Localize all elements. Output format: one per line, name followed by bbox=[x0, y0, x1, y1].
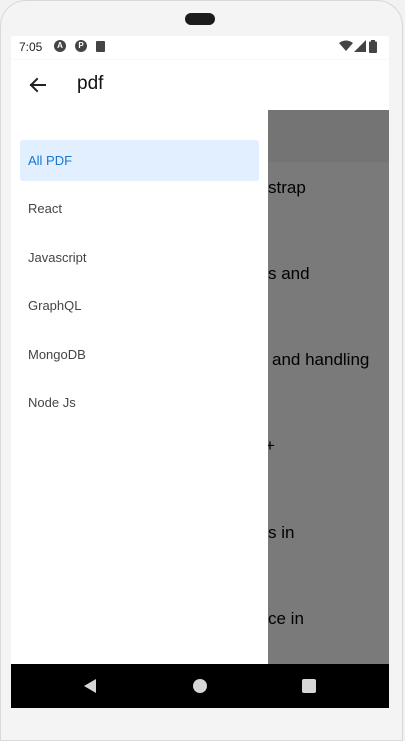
p-icon: P bbox=[75, 40, 87, 52]
a-icon: A bbox=[54, 40, 66, 52]
device-frame: 7:05 A P pdf strap bbox=[0, 0, 405, 741]
app-bar: pdf bbox=[11, 60, 389, 110]
drawer-item-javascript[interactable]: Javascript bbox=[20, 237, 259, 278]
wifi-icon bbox=[339, 40, 353, 51]
drawer-item-all-pdf[interactable]: All PDF bbox=[20, 140, 259, 181]
arrow-left-icon[interactable] bbox=[25, 72, 51, 98]
navigation-drawer: All PDF React Javascript GraphQL MongoDB… bbox=[11, 110, 268, 664]
drawer-item-node-js[interactable]: Node Js bbox=[20, 382, 259, 423]
signal-icon bbox=[354, 40, 366, 52]
page-title: pdf bbox=[77, 73, 104, 94]
screen: 7:05 A P pdf strap bbox=[11, 36, 389, 708]
nav-recents-icon[interactable] bbox=[302, 679, 316, 693]
drawer-item-react[interactable]: React bbox=[20, 188, 259, 229]
drawer-item-graphql[interactable]: GraphQL bbox=[20, 285, 259, 326]
sd-card-icon bbox=[96, 41, 105, 52]
earpiece bbox=[185, 13, 215, 25]
status-bar: 7:05 A P bbox=[11, 36, 389, 60]
nav-home-icon[interactable] bbox=[193, 679, 207, 693]
battery-icon bbox=[369, 40, 377, 53]
system-nav-bar bbox=[11, 664, 389, 708]
nav-back-icon[interactable] bbox=[83, 678, 97, 694]
drawer-item-mongodb[interactable]: MongoDB bbox=[20, 334, 259, 375]
status-time: 7:05 bbox=[19, 40, 43, 54]
